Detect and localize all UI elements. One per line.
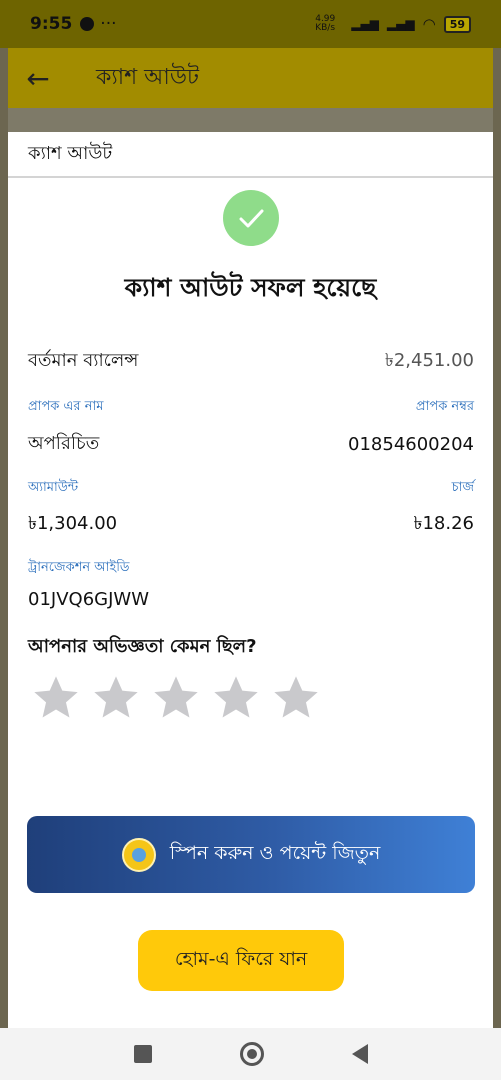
recipient-name-label: প্রাপক এর নাম (28, 399, 104, 414)
transaction-label-row: ট্রানজেকশন আইডি (28, 558, 474, 579)
recipient-labels-row: প্রাপক এর নাম প্রাপক নম্বর (28, 397, 474, 418)
wifi-icon: ◠ (422, 15, 436, 33)
recipient-values-row: অপরিচিত 01854600204 (28, 429, 474, 460)
home-button-label: হোম-এ ফিরে যান (174, 947, 308, 970)
scrim-left (0, 48, 8, 1028)
app-bar-title: ক্যাশ আউট (96, 64, 199, 90)
messenger-icon (80, 17, 95, 31)
balance-label: বর্তমান ব্যালেন্স (28, 350, 139, 371)
recipient-number: 01854600204 (348, 434, 474, 455)
spin-wheel-icon (121, 837, 156, 872)
rating-question: আপনার অভিজ্ঞতা কেমন ছিল? (28, 636, 257, 657)
signal-icon: ▂▄▆ (351, 17, 379, 31)
charge-label: চার্জ (451, 480, 474, 495)
success-message: ক্যাশ আউট সফল হয়েছে (124, 273, 377, 302)
transaction-value-row: 01JVQ6GJWW (28, 589, 474, 610)
balance-value: ৳2,451.00 (384, 350, 474, 371)
scrim-right (493, 48, 501, 1028)
recipient-number-label: প্রাপক নম্বর (415, 399, 474, 414)
amount-value: ৳1,304.00 (28, 513, 118, 534)
status-bar: 9:55 ··· 4.99 KB/s ▂▄▆ ▂▄▆ ◠ 59 (0, 0, 501, 48)
star-1-icon[interactable] (30, 672, 82, 724)
amount-labels-row: অ্যামাউন্ট চার্জ (28, 478, 474, 499)
home-circle-icon[interactable] (239, 1042, 264, 1066)
sheet-title: ক্যাশ আউট (8, 132, 493, 178)
back-triangle-icon[interactable] (351, 1044, 368, 1064)
spin-button-label: স্পিন করুন ও পয়েন্ট জিতুন (169, 841, 381, 864)
status-more: ··· (100, 14, 117, 34)
amount-label: অ্যামাউন্ট (28, 480, 79, 495)
app-bar: ← ক্যাশ আউট (8, 48, 493, 108)
charge-value: ৳18.26 (413, 513, 475, 534)
go-home-button[interactable]: হোম-এ ফিরে যান (138, 930, 344, 991)
status-time: 9:55 (30, 14, 73, 34)
system-nav-bar (0, 1028, 501, 1080)
amount-values-row: ৳1,304.00 ৳18.26 (28, 509, 474, 540)
signal-icon-2: ▂▄▆ (386, 17, 415, 31)
star-5-icon[interactable] (270, 672, 322, 724)
recipient-name: অপরিচিত (28, 433, 100, 454)
net-speed: 4.99 KB/s (315, 14, 336, 33)
star-3-icon[interactable] (150, 672, 202, 724)
star-4-icon[interactable] (210, 672, 262, 724)
star-2-icon[interactable] (90, 672, 142, 724)
rating-stars (30, 672, 322, 724)
back-arrow-icon[interactable]: ← (8, 62, 68, 95)
transaction-id: 01JVQ6GJWW (28, 589, 149, 610)
scrim-strip (8, 108, 493, 132)
cashout-result-sheet: ক্যাশ আউট ক্যাশ আউট সফল হয়েছে বর্তমান ব… (8, 132, 493, 1028)
recents-icon[interactable] (133, 1045, 152, 1063)
transaction-id-label: ট্রানজেকশন আইডি (28, 560, 130, 575)
battery-icon: 59 (443, 15, 471, 33)
balance-row: বর্তমান ব্যালেন্স ৳2,451.00 (28, 346, 474, 377)
spin-and-win-button[interactable]: স্পিন করুন ও পয়েন্ট জিতুন (27, 816, 475, 893)
success-check-icon (223, 190, 279, 246)
